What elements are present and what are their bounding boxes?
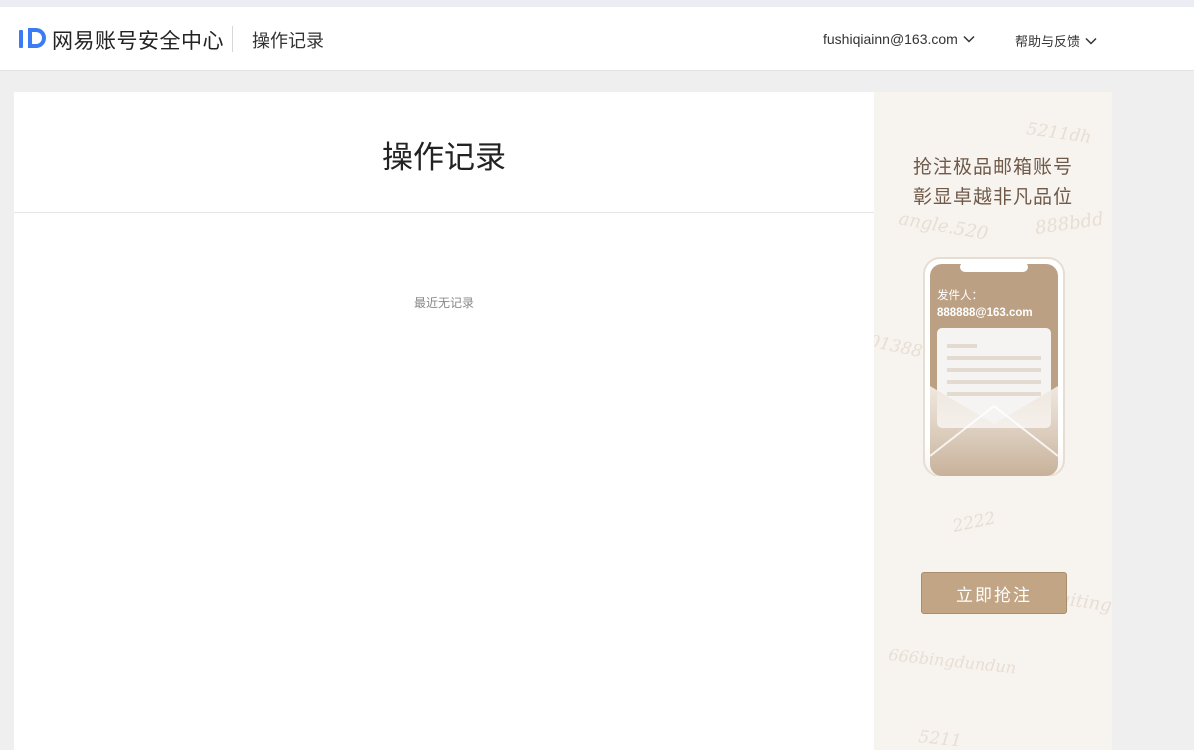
title-divider <box>14 212 874 213</box>
account-email[interactable]: fushiqiainn@163.com <box>823 31 958 47</box>
header-page-name: 操作记录 <box>252 31 324 52</box>
top-header: 网易账号安全中心 操作记录 fushiqiainn@163.com 帮助与反馈 <box>0 7 1194 71</box>
account-menu[interactable]: fushiqiainn@163.com <box>823 31 976 47</box>
watermark-text: 01388 <box>874 331 924 362</box>
page-right-gutter <box>1112 71 1194 750</box>
ad-headline: 抢注极品邮箱账号 彰显卓越非凡品位 <box>874 152 1112 212</box>
brand-logo-icon[interactable] <box>18 26 50 50</box>
watermark-text: 5211dh <box>1025 119 1092 148</box>
watermark-text: 5211 <box>917 727 962 750</box>
help-feedback-label[interactable]: 帮助与反馈 <box>1015 31 1080 50</box>
page-title: 操作记录 <box>382 140 506 176</box>
watermark-text: 2222 <box>950 508 997 537</box>
chevron-down-icon[interactable] <box>962 32 976 46</box>
help-feedback-menu[interactable]: 帮助与反馈 <box>1015 31 1098 50</box>
brand-name[interactable]: 网易账号安全中心 <box>52 25 224 55</box>
top-edge-strip <box>0 0 1194 7</box>
register-now-button[interactable]: 立即抢注 <box>921 572 1067 614</box>
ad-headline-line1: 抢注极品邮箱账号 <box>912 156 1073 178</box>
ad-sender-label: 发件人： <box>937 288 983 302</box>
header-divider <box>232 26 233 52</box>
watermark-text: angle.520 <box>897 208 990 244</box>
watermark-text: 888bdd <box>1034 209 1105 239</box>
chevron-down-icon[interactable] <box>1084 34 1098 48</box>
ad-sender-email: 888888@163.com <box>937 307 1033 319</box>
watermark-text: 666bingdundun <box>888 645 1017 677</box>
operation-log-panel: 操作记录 最近无记录 <box>14 92 874 750</box>
promo-ad-panel[interactable]: 5211dh angle.520 888bdd 01388 2222 666bi… <box>874 92 1112 750</box>
ad-headline-line2: 彰显卓越非凡品位 <box>912 186 1073 208</box>
empty-state-text: 最近无记录 <box>413 296 474 310</box>
